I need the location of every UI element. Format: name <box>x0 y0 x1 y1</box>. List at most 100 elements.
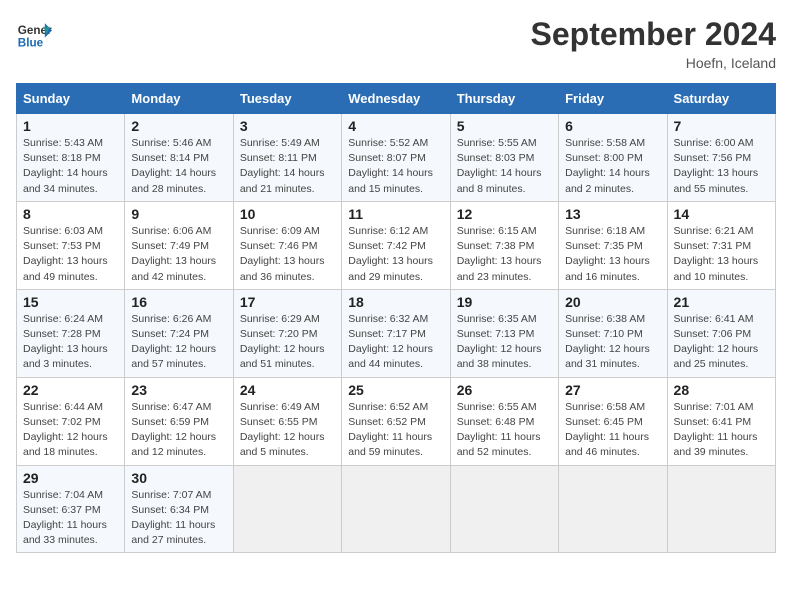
calendar-cell: 24 Sunrise: 6:49 AMSunset: 6:55 PMDayligh… <box>233 377 341 465</box>
day-detail: Sunrise: 6:18 AMSunset: 7:35 PMDaylight:… <box>565 225 650 283</box>
calendar-cell <box>450 465 558 553</box>
day-detail: Sunrise: 6:15 AMSunset: 7:38 PMDaylight:… <box>457 225 542 283</box>
day-number: 10 <box>240 206 335 222</box>
weekday-header: Tuesday <box>233 84 341 114</box>
day-number: 12 <box>457 206 552 222</box>
day-detail: Sunrise: 6:24 AMSunset: 7:28 PMDaylight:… <box>23 313 108 371</box>
calendar-cell: 30 Sunrise: 7:07 AMSunset: 6:34 PMDayligh… <box>125 465 233 553</box>
calendar-cell: 14Sunrise: 6:21 AMSunset: 7:31 PMDayligh… <box>667 201 775 289</box>
day-detail: Sunrise: 6:41 AMSunset: 7:06 PMDaylight:… <box>674 313 759 371</box>
day-number: 8 <box>23 206 118 222</box>
day-number: 7 <box>674 118 769 134</box>
logo: General Blue <box>16 16 52 52</box>
calendar-cell: 4 Sunrise: 5:52 AMSunset: 8:07 PMDaylight… <box>342 114 450 202</box>
weekday-header: Sunday <box>17 84 125 114</box>
calendar-cell: 18Sunrise: 6:32 AMSunset: 7:17 PMDayligh… <box>342 289 450 377</box>
calendar-cell: 25Sunrise: 6:52 AMSunset: 6:52 PMDayligh… <box>342 377 450 465</box>
calendar-cell <box>233 465 341 553</box>
calendar-cell: 22 Sunrise: 6:44 AMSunset: 7:02 PMDayligh… <box>17 377 125 465</box>
day-detail: Sunrise: 6:26 AMSunset: 7:24 PMDaylight:… <box>131 313 216 371</box>
calendar-cell: 13 Sunrise: 6:18 AMSunset: 7:35 PMDayligh… <box>559 201 667 289</box>
day-detail: Sunrise: 6:44 AMSunset: 7:02 PMDaylight:… <box>23 401 108 459</box>
calendar-cell: 27 Sunrise: 6:58 AMSunset: 6:45 PMDayligh… <box>559 377 667 465</box>
calendar-cell: 1 Sunrise: 5:43 AMSunset: 8:18 PMDaylight… <box>17 114 125 202</box>
calendar-week-row: 29Sunrise: 7:04 AMSunset: 6:37 PMDayligh… <box>17 465 776 553</box>
day-detail: Sunrise: 6:47 AMSunset: 6:59 PMDaylight:… <box>131 401 216 459</box>
day-number: 28 <box>674 382 769 398</box>
day-detail: Sunrise: 5:52 AMSunset: 8:07 PMDaylight:… <box>348 137 433 195</box>
calendar-cell: 7 Sunrise: 6:00 AMSunset: 7:56 PMDaylight… <box>667 114 775 202</box>
calendar-cell: 6 Sunrise: 5:58 AMSunset: 8:00 PMDaylight… <box>559 114 667 202</box>
calendar-week-row: 8 Sunrise: 6:03 AMSunset: 7:53 PMDaylight… <box>17 201 776 289</box>
calendar-table: SundayMondayTuesdayWednesdayThursdayFrid… <box>16 83 776 553</box>
day-number: 24 <box>240 382 335 398</box>
weekday-header: Saturday <box>667 84 775 114</box>
weekday-header: Wednesday <box>342 84 450 114</box>
weekday-header: Friday <box>559 84 667 114</box>
calendar-cell <box>559 465 667 553</box>
month-title: September 2024 <box>531 16 776 53</box>
svg-text:Blue: Blue <box>18 37 44 50</box>
calendar-cell: 5Sunrise: 5:55 AMSunset: 8:03 PMDaylight… <box>450 114 558 202</box>
calendar-cell: 21 Sunrise: 6:41 AMSunset: 7:06 PMDayligh… <box>667 289 775 377</box>
logo-icon: General Blue <box>16 16 52 52</box>
calendar-week-row: 15 Sunrise: 6:24 AMSunset: 7:28 PMDayligh… <box>17 289 776 377</box>
day-number: 5 <box>457 118 552 134</box>
weekday-header: Thursday <box>450 84 558 114</box>
day-detail: Sunrise: 7:04 AMSunset: 6:37 PMDaylight:… <box>23 489 107 547</box>
day-detail: Sunrise: 5:49 AMSunset: 8:11 PMDaylight:… <box>240 137 325 195</box>
calendar-cell: 23Sunrise: 6:47 AMSunset: 6:59 PMDayligh… <box>125 377 233 465</box>
day-number: 2 <box>131 118 226 134</box>
day-detail: Sunrise: 6:09 AMSunset: 7:46 PMDaylight:… <box>240 225 325 283</box>
day-detail: Sunrise: 5:43 AMSunset: 8:18 PMDaylight:… <box>23 137 108 195</box>
day-number: 15 <box>23 294 118 310</box>
day-detail: Sunrise: 6:35 AMSunset: 7:13 PMDaylight:… <box>457 313 542 371</box>
calendar-cell: 28Sunrise: 7:01 AMSunset: 6:41 PMDayligh… <box>667 377 775 465</box>
day-detail: Sunrise: 6:03 AMSunset: 7:53 PMDaylight:… <box>23 225 108 283</box>
calendar-cell: 12 Sunrise: 6:15 AMSunset: 7:38 PMDayligh… <box>450 201 558 289</box>
day-number: 18 <box>348 294 443 310</box>
day-number: 1 <box>23 118 118 134</box>
day-detail: Sunrise: 6:29 AMSunset: 7:20 PMDaylight:… <box>240 313 325 371</box>
day-number: 26 <box>457 382 552 398</box>
day-number: 3 <box>240 118 335 134</box>
day-number: 16 <box>131 294 226 310</box>
day-number: 30 <box>131 470 226 486</box>
day-number: 11 <box>348 206 443 222</box>
day-number: 22 <box>23 382 118 398</box>
day-number: 6 <box>565 118 660 134</box>
calendar-cell: 3 Sunrise: 5:49 AMSunset: 8:11 PMDaylight… <box>233 114 341 202</box>
day-detail: Sunrise: 6:58 AMSunset: 6:45 PMDaylight:… <box>565 401 649 459</box>
calendar-cell: 17Sunrise: 6:29 AMSunset: 7:20 PMDayligh… <box>233 289 341 377</box>
day-detail: Sunrise: 5:46 AMSunset: 8:14 PMDaylight:… <box>131 137 216 195</box>
day-detail: Sunrise: 6:21 AMSunset: 7:31 PMDaylight:… <box>674 225 759 283</box>
title-block: September 2024 Hoefn, Iceland <box>531 16 776 71</box>
day-detail: Sunrise: 7:07 AMSunset: 6:34 PMDaylight:… <box>131 489 215 547</box>
calendar-cell: 2 Sunrise: 5:46 AMSunset: 8:14 PMDaylight… <box>125 114 233 202</box>
page-header: General Blue September 2024 Hoefn, Icela… <box>16 16 776 71</box>
day-number: 19 <box>457 294 552 310</box>
day-number: 20 <box>565 294 660 310</box>
calendar-cell <box>667 465 775 553</box>
calendar-cell: 9Sunrise: 6:06 AMSunset: 7:49 PMDaylight… <box>125 201 233 289</box>
calendar-cell <box>342 465 450 553</box>
day-number: 27 <box>565 382 660 398</box>
location: Hoefn, Iceland <box>531 55 776 71</box>
day-detail: Sunrise: 6:52 AMSunset: 6:52 PMDaylight:… <box>348 401 432 459</box>
day-detail: Sunrise: 6:00 AMSunset: 7:56 PMDaylight:… <box>674 137 759 195</box>
calendar-cell: 20 Sunrise: 6:38 AMSunset: 7:10 PMDayligh… <box>559 289 667 377</box>
calendar-cell: 26Sunrise: 6:55 AMSunset: 6:48 PMDayligh… <box>450 377 558 465</box>
weekday-header-row: SundayMondayTuesdayWednesdayThursdayFrid… <box>17 84 776 114</box>
calendar-cell: 15 Sunrise: 6:24 AMSunset: 7:28 PMDayligh… <box>17 289 125 377</box>
day-detail: Sunrise: 5:58 AMSunset: 8:00 PMDaylight:… <box>565 137 650 195</box>
day-detail: Sunrise: 6:49 AMSunset: 6:55 PMDaylight:… <box>240 401 325 459</box>
calendar-cell: 10 Sunrise: 6:09 AMSunset: 7:46 PMDayligh… <box>233 201 341 289</box>
calendar-cell: 11Sunrise: 6:12 AMSunset: 7:42 PMDayligh… <box>342 201 450 289</box>
calendar-cell: 16 Sunrise: 6:26 AMSunset: 7:24 PMDayligh… <box>125 289 233 377</box>
day-number: 13 <box>565 206 660 222</box>
day-detail: Sunrise: 6:38 AMSunset: 7:10 PMDaylight:… <box>565 313 650 371</box>
day-number: 4 <box>348 118 443 134</box>
day-number: 21 <box>674 294 769 310</box>
calendar-week-row: 1 Sunrise: 5:43 AMSunset: 8:18 PMDaylight… <box>17 114 776 202</box>
calendar-cell: 19 Sunrise: 6:35 AMSunset: 7:13 PMDayligh… <box>450 289 558 377</box>
